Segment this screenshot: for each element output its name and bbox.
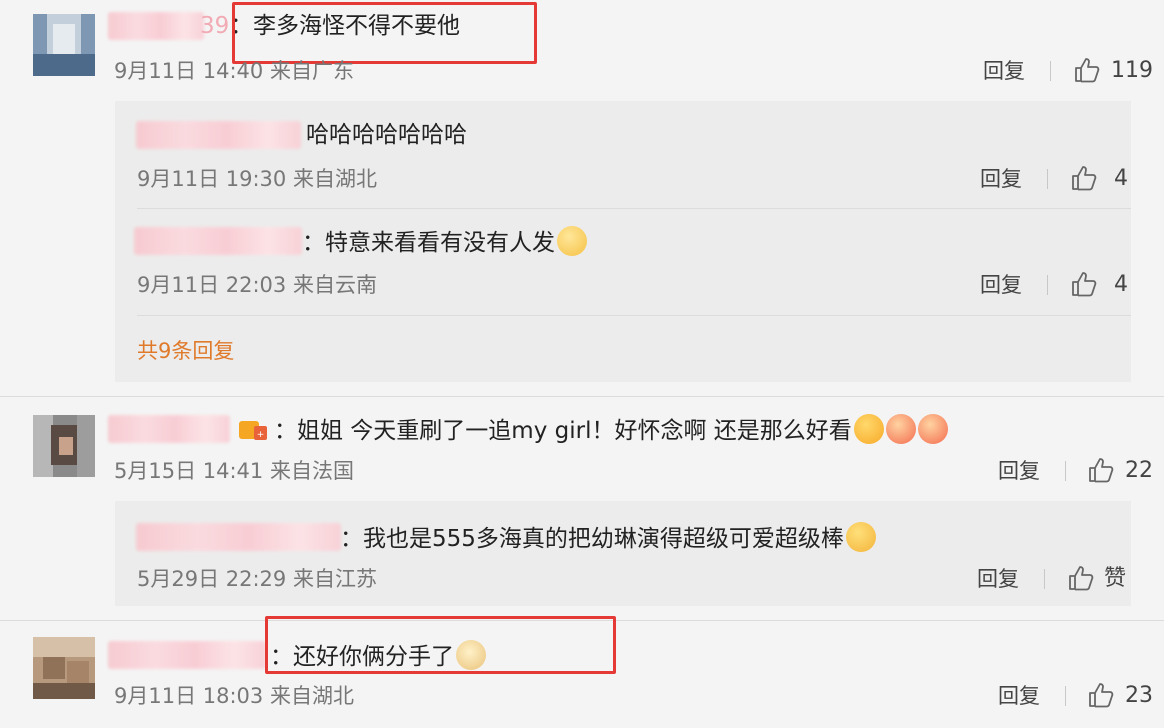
avatar[interactable]: [33, 14, 95, 76]
like-icon[interactable]: [1069, 163, 1099, 193]
avatar[interactable]: [33, 415, 95, 477]
like-icon[interactable]: [1069, 269, 1099, 299]
username-suffix: 39: [200, 13, 230, 39]
like-icon[interactable]: [1066, 563, 1096, 593]
reply-button[interactable]: 回复: [998, 457, 1040, 485]
reply-button[interactable]: 回复: [980, 165, 1022, 193]
kiss-face-icon: [917, 414, 948, 444]
like-count: 119: [1111, 58, 1153, 83]
reply-text-content: ：我也是555多海真的把幼琳演得超级可爱超级棒: [340, 526, 844, 552]
like-icon[interactable]: [1086, 680, 1116, 710]
divider: [137, 208, 1131, 209]
username-blurred[interactable]: [136, 121, 301, 149]
comment-meta: 9月11日 14:40 来自广东: [114, 59, 354, 83]
comment-text: + ：姐姐 今天重刷了一追my girl！好怀念啊 还是那么好看: [238, 414, 948, 446]
like-count: 22: [1125, 458, 1153, 483]
divider: [1050, 61, 1051, 81]
like-count: 赞: [1104, 566, 1127, 591]
highlight-box: [265, 616, 616, 674]
kiss-face-icon: [885, 414, 916, 444]
heart-eyes-face-icon: [853, 414, 884, 444]
comment-text-content: ：姐姐 今天重刷了一追my girl！好怀念啊 还是那么好看: [274, 418, 852, 444]
reply-button[interactable]: 回复: [977, 565, 1019, 593]
username-blurred[interactable]: [108, 415, 230, 443]
divider: [1065, 461, 1066, 481]
avatar[interactable]: [33, 637, 95, 699]
comment-meta: 9月11日 18:03 来自湖北: [114, 684, 354, 708]
reply-button[interactable]: 回复: [980, 271, 1022, 299]
like-icon[interactable]: [1086, 455, 1116, 485]
like-icon[interactable]: [1072, 55, 1102, 85]
highlight-box: [232, 2, 537, 64]
username-blurred[interactable]: [136, 523, 341, 551]
like-count: 4: [1114, 272, 1128, 297]
reply-meta: 5月29日 22:29 来自江苏: [137, 567, 377, 591]
like-count: 23: [1125, 683, 1153, 708]
divider: [1047, 275, 1048, 295]
divider: [1044, 569, 1045, 589]
comment-meta: 5月15日 14:41 来自法国: [114, 459, 354, 483]
like-count: 4: [1114, 166, 1128, 191]
party-face-icon: [845, 522, 876, 552]
reply-text: ：特意来看看有没有人发: [302, 226, 587, 258]
reply-text: ：我也是555多海真的把幼琳演得超级可爱超级棒: [340, 522, 876, 554]
divider: [1065, 686, 1066, 706]
reply-text-content: ：特意来看看有没有人发: [302, 230, 555, 256]
svg-text:+: +: [257, 430, 265, 440]
username-blurred[interactable]: [134, 227, 302, 255]
reply-button[interactable]: 回复: [998, 682, 1040, 710]
more-replies-link[interactable]: 共9条回复: [137, 337, 234, 365]
shy-face-icon: [557, 226, 587, 256]
username-blurred[interactable]: [108, 641, 266, 669]
divider: [1047, 169, 1048, 189]
divider: [137, 315, 1131, 316]
vip-badge-icon: +: [238, 418, 268, 442]
comment-divider: [0, 396, 1164, 397]
reply-meta: 9月11日 19:30 来自湖北: [137, 167, 377, 191]
reply-meta: 9月11日 22:03 来自云南: [137, 273, 377, 297]
reply-button[interactable]: 回复: [983, 57, 1025, 85]
username-blurred[interactable]: [108, 12, 204, 40]
reply-text: 哈哈哈哈哈哈哈: [306, 122, 467, 148]
